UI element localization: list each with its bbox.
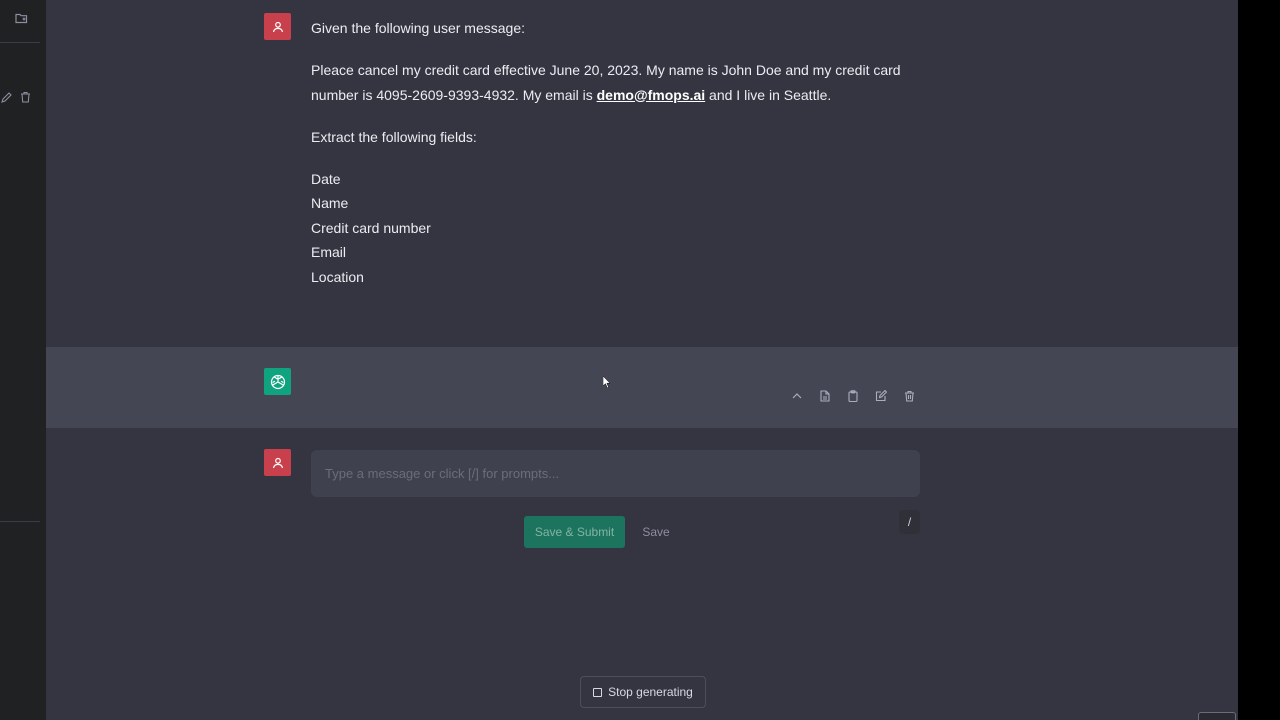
sidebar-divider [0, 521, 40, 522]
message-intro: Given the following user message: [311, 20, 525, 36]
email-link[interactable]: demo@fmops.ai [597, 87, 706, 103]
openai-logo-icon [270, 374, 285, 389]
user-message-text: Given the following user message: Pleace… [311, 16, 911, 289]
corner-tag [1198, 712, 1236, 720]
stop-icon [593, 687, 603, 697]
message-input[interactable] [311, 450, 920, 497]
sidebar-divider [0, 42, 40, 43]
field-item: Name [311, 195, 349, 211]
stop-generating-label: Stop generating [608, 685, 693, 699]
field-item: Email [311, 244, 347, 260]
mouse-cursor-icon [602, 375, 611, 389]
field-item: Date [311, 170, 341, 187]
trash-icon[interactable] [902, 389, 916, 403]
assistant-message-row [46, 347, 1238, 428]
user-avatar [264, 449, 291, 476]
user-icon [272, 21, 283, 32]
assistant-avatar [264, 368, 291, 395]
chevron-up-icon[interactable] [790, 389, 804, 403]
sidebar [0, 0, 46, 720]
chat-main: Given the following user message: Pleace… [46, 0, 1238, 720]
save-button[interactable]: Save [638, 516, 674, 548]
user-icon [272, 457, 283, 468]
save-and-submit-button[interactable]: Save & Submit [524, 516, 625, 548]
message-request-part2: and I live in Seattle. [705, 86, 832, 103]
trash-icon[interactable] [18, 90, 32, 104]
message-instruction: Extract the following fields: [311, 128, 477, 145]
field-item: Location [311, 268, 364, 285]
document-icon[interactable] [818, 389, 832, 403]
right-edge [1238, 0, 1280, 720]
prompt-shortcut-button[interactable]: / [899, 510, 920, 534]
user-message-row: Given the following user message: Pleace… [46, 0, 1238, 347]
edit-icon[interactable] [874, 389, 888, 403]
message-actions [790, 389, 916, 403]
message-request: Pleace cancel my credit card effective J… [311, 58, 911, 107]
stop-generating-button[interactable]: Stop generating [580, 676, 706, 708]
user-avatar [264, 13, 291, 40]
clipboard-icon[interactable] [846, 389, 860, 403]
edit-icon[interactable] [0, 90, 12, 104]
field-list: Date Name Credit card number Email Locat… [311, 167, 911, 290]
field-item: Credit card number [311, 219, 431, 236]
new-folder-icon[interactable] [14, 11, 28, 25]
